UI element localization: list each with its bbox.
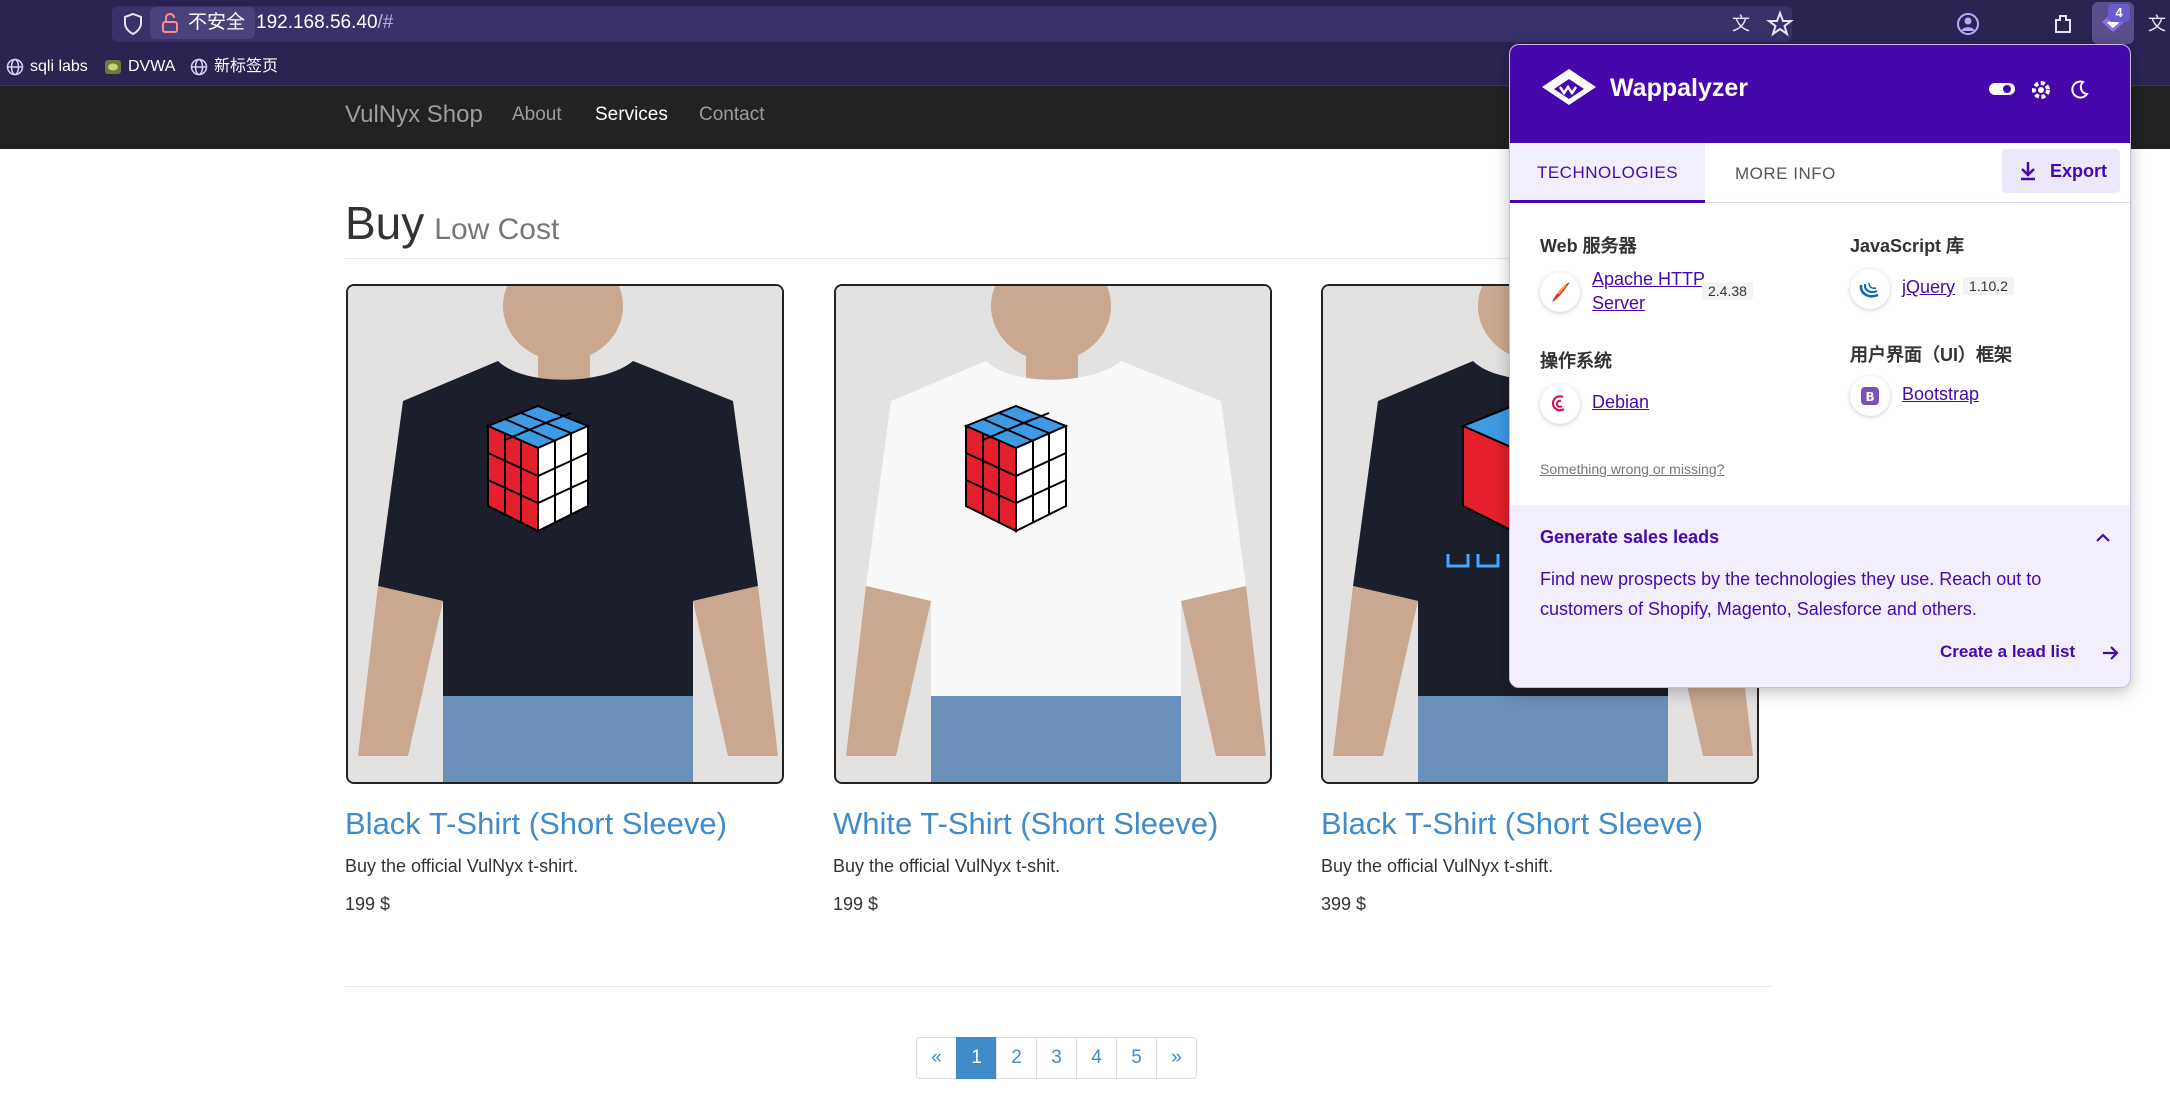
url-host: 192.168.56.40: [256, 12, 378, 33]
gear-icon[interactable]: [2030, 79, 2052, 101]
translate-side-icon[interactable]: 文: [2148, 10, 2170, 38]
tshirt-cube-image: [836, 286, 1270, 782]
category-operating-system: 操作系统: [1540, 351, 1612, 371]
tech-bootstrap[interactable]: Bootstrap: [1902, 382, 1979, 406]
create-lead-list-label: Create a lead list: [1940, 642, 2076, 661]
tab-technologies[interactable]: TECHNOLOGIES: [1510, 143, 1705, 203]
url-path: /#: [377, 12, 394, 33]
nav-about[interactable]: About: [512, 104, 562, 126]
product-title[interactable]: White T-Shirt (Short Sleeve): [833, 806, 1218, 842]
arrow-right-icon: [2103, 646, 2119, 660]
product-price: 199 $: [345, 894, 391, 914]
insecure-label: 不安全: [188, 12, 246, 33]
extensions-icon[interactable]: [2050, 10, 2078, 38]
report-issue-link[interactable]: Something wrong or missing?: [1540, 461, 1724, 477]
nav-services[interactable]: Services: [595, 104, 668, 126]
tech-jquery[interactable]: jQuery: [1902, 275, 1955, 299]
sales-leads-description: Find new prospects by the technologies t…: [1540, 569, 2042, 619]
product-image[interactable]: [834, 284, 1272, 784]
tech-version: 1.10.2: [1963, 277, 2014, 295]
tech-apache-line2: Server: [1592, 293, 1646, 313]
product-title[interactable]: Black T-Shirt (Short Sleeve): [1321, 806, 1703, 842]
debian-swirl-icon: [1540, 384, 1580, 424]
bootstrap-icon: B: [1850, 376, 1890, 416]
wappalyzer-popup: Wappalyzer TECHNOLOGIES MORE INFO Export…: [1509, 44, 2131, 688]
product-price: 199 $: [833, 894, 879, 914]
tshirt-cube-image: [348, 286, 782, 782]
create-lead-list-link[interactable]: Create a lead list: [1940, 642, 2119, 662]
tech-version: 2.4.38: [1702, 282, 1753, 300]
product-description: Buy the official VulNyx t-shirt.: [345, 856, 579, 876]
toggle-icon[interactable]: [1988, 79, 2016, 99]
pagination-prev[interactable]: «: [916, 1037, 957, 1079]
bookmark-label: 新标签页: [214, 58, 279, 75]
bookmark-sqli-labs[interactable]: sqli labs: [6, 56, 88, 78]
svg-text:B: B: [1866, 390, 1875, 404]
broken-lock-icon: [162, 12, 178, 33]
globe-icon: [190, 58, 208, 76]
moon-icon[interactable]: [2068, 79, 2090, 101]
pagination-page-1[interactable]: 1: [956, 1037, 997, 1079]
export-label: Export: [2050, 161, 2108, 181]
tab-more-info[interactable]: MORE INFO: [1735, 143, 1836, 203]
tech-debian[interactable]: Debian: [1592, 390, 1649, 414]
heading-subtitle: Low Cost: [434, 213, 560, 246]
export-button[interactable]: Export: [2002, 149, 2120, 193]
nav-contact[interactable]: Contact: [699, 104, 764, 126]
svg-text:文: 文: [2148, 14, 2166, 35]
star-icon[interactable]: [1766, 10, 1794, 38]
shield-icon[interactable]: [122, 12, 144, 36]
site-security-badge[interactable]: 不安全: [150, 7, 256, 39]
category-web-server: Web 服务器: [1540, 236, 1637, 256]
bookmark-dvwa[interactable]: DVWA: [104, 56, 175, 78]
pagination-next[interactable]: »: [1156, 1037, 1197, 1079]
product-price: 399 $: [1321, 894, 1367, 914]
jquery-icon: [1850, 269, 1890, 309]
extension-badge: 4: [2108, 4, 2130, 22]
chevron-up-icon[interactable]: [2094, 531, 2112, 545]
divider: [345, 986, 1771, 987]
site-brand[interactable]: VulNyx Shop: [345, 101, 483, 129]
globe-icon: [6, 58, 24, 76]
tech-apache-line1: Apache HTTP: [1592, 269, 1706, 289]
pagination-page-5[interactable]: 5: [1116, 1037, 1157, 1079]
tech-apache[interactable]: Apache HTTP Server: [1592, 267, 1705, 315]
sales-leads-title[interactable]: Generate sales leads: [1540, 527, 1719, 548]
product-description: Buy the official VulNyx t-shift.: [1321, 856, 1554, 876]
translate-icon[interactable]: 文: [1730, 10, 1758, 38]
bookmark-label: DVWA: [128, 58, 176, 75]
product-title[interactable]: Black T-Shirt (Short Sleeve): [345, 806, 727, 842]
svg-text:文: 文: [1732, 14, 1750, 35]
account-icon[interactable]: [1954, 10, 1982, 38]
wappalyzer-title: Wappalyzer: [1610, 74, 1749, 102]
pagination-page-2[interactable]: 2: [996, 1037, 1037, 1079]
category-ui-framework: 用户界面（UI）框架: [1850, 345, 2012, 365]
wappalyzer-logo-icon: [1542, 69, 1596, 105]
page-title: Buy Low Cost: [345, 196, 559, 250]
pagination-page-4[interactable]: 4: [1076, 1037, 1117, 1079]
product-image[interactable]: [346, 284, 784, 784]
dvwa-logo-icon: [105, 60, 121, 74]
product-description: Buy the official VulNyx t-shit.: [833, 856, 1061, 876]
heading-main: Buy: [345, 197, 425, 249]
category-javascript-library: JavaScript 库: [1850, 236, 1965, 256]
apache-feather-icon: [1540, 272, 1580, 312]
pagination: « 1 2 3 4 5 »: [916, 1037, 1197, 1079]
download-icon: [2021, 162, 2035, 181]
bookmark-label: sqli labs: [30, 58, 88, 75]
pagination-page-3[interactable]: 3: [1036, 1037, 1077, 1079]
url-text[interactable]: 192.168.56.40/#: [256, 12, 393, 34]
bookmark-new-tab[interactable]: 新标签页: [190, 56, 278, 78]
